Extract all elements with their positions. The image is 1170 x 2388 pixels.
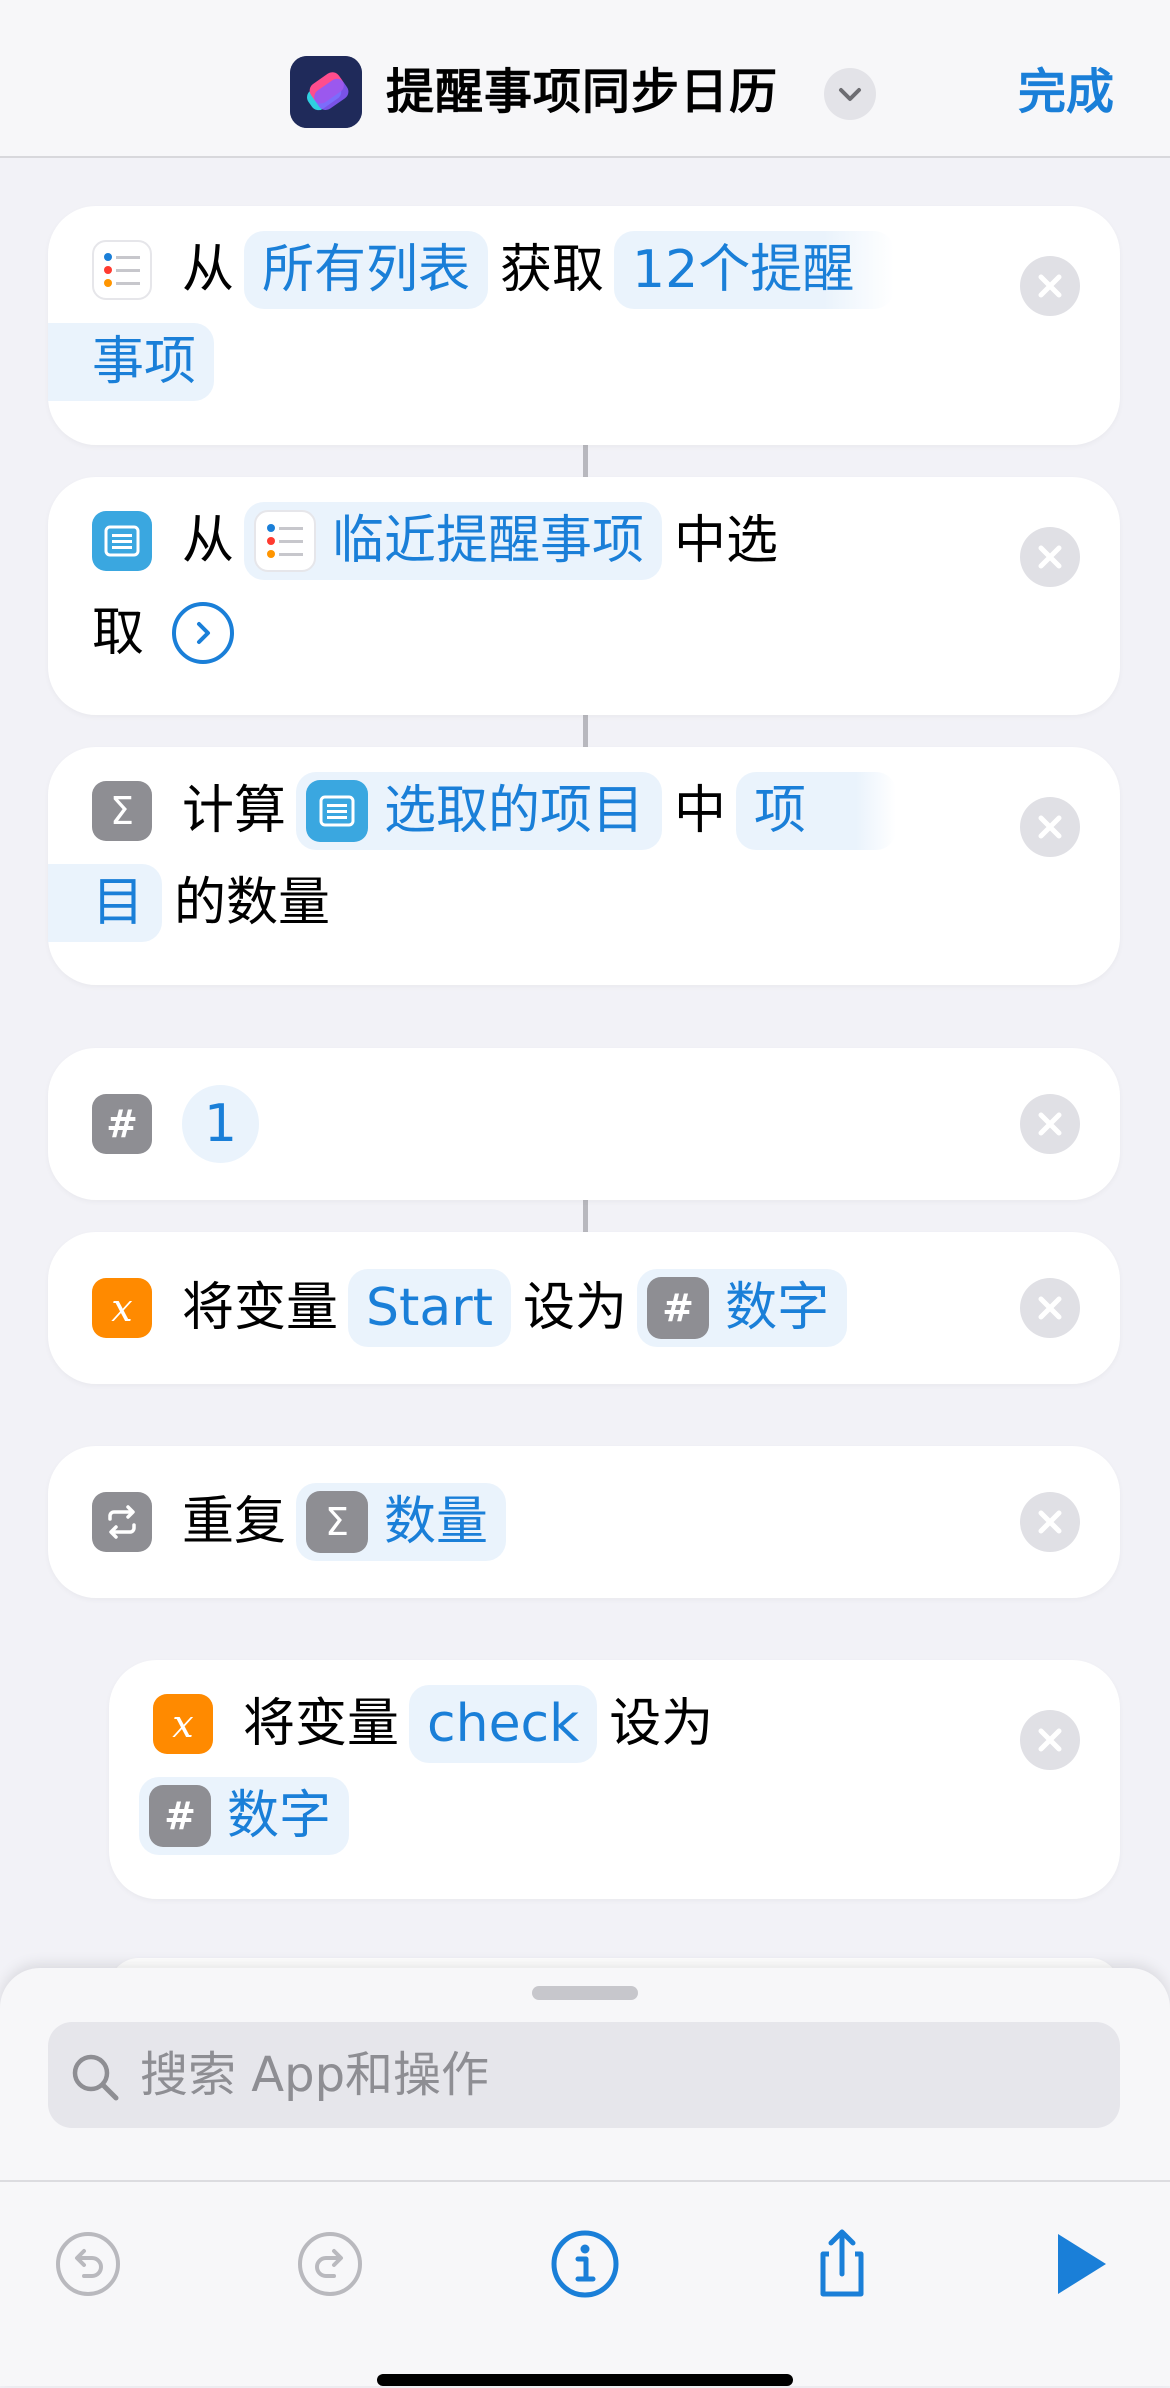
flow-connector — [583, 445, 588, 477]
action-text: 取 — [92, 603, 145, 663]
remove-action-icon[interactable] — [1020, 256, 1080, 316]
number-icon: # — [149, 1785, 211, 1847]
remove-action-icon[interactable] — [1020, 797, 1080, 857]
action-text: 将变量 — [182, 1278, 339, 1338]
token-label: 数字 — [227, 1786, 332, 1846]
editor-toolbar — [0, 2180, 1170, 2388]
chevron-right-circle-icon[interactable] — [172, 602, 235, 664]
number-icon: # — [647, 1277, 710, 1339]
type-parameter-token-cont[interactable]: 目 — [48, 864, 163, 942]
source-variable-token[interactable]: 选取的项目 — [296, 772, 663, 850]
variable-name-token[interactable]: check — [409, 1685, 598, 1763]
share-icon[interactable] — [802, 2224, 882, 2304]
play-icon[interactable] — [1040, 2224, 1120, 2304]
count-parameter-token[interactable]: 12个提醒 — [614, 231, 895, 309]
action-text: 的数量 — [174, 873, 331, 933]
flow-connector — [583, 1200, 588, 1232]
remove-action-icon[interactable] — [1020, 1094, 1080, 1154]
undo-icon[interactable] — [48, 2224, 128, 2304]
remove-action-icon[interactable] — [1020, 1278, 1080, 1338]
home-indicator — [377, 2374, 793, 2386]
action-text: 设为 — [523, 1278, 628, 1338]
flow-connector — [583, 715, 588, 747]
value-variable-token[interactable]: # 数字 — [139, 1777, 350, 1855]
action-text: 设为 — [609, 1694, 714, 1754]
reminders-icon — [92, 240, 152, 300]
action-text: 将变量 — [243, 1694, 400, 1754]
search-icon — [72, 2054, 119, 2101]
repeat-icon — [92, 1492, 152, 1552]
list-parameter-token[interactable]: 所有列表 — [244, 231, 489, 309]
nav-header: 提醒事项同步日历 完成 — [0, 0, 1170, 158]
choose-from-list-icon — [92, 511, 152, 571]
action-card-count[interactable]: Σ 计算 选取的项目 中 项 目 的数量 — [48, 747, 1120, 985]
search-placeholder: 搜索 App和操作 — [140, 2047, 490, 2103]
count-variable-token[interactable]: Σ 数量 — [296, 1483, 507, 1561]
action-search-sheet: 搜索 App和操作 — [0, 1968, 1170, 2386]
action-card-set-variable-check[interactable]: x 将变量 check 设为 # 数字 — [109, 1660, 1120, 1899]
sigma-icon: Σ — [92, 781, 152, 841]
token-label: 临近提醒事项 — [332, 511, 645, 571]
value-variable-token[interactable]: # 数字 — [637, 1269, 848, 1347]
done-button[interactable]: 完成 — [1018, 60, 1114, 124]
action-text: 中 — [674, 781, 727, 841]
action-card-number[interactable]: # 1 — [48, 1048, 1120, 1200]
choose-from-list-icon — [306, 780, 369, 842]
action-card-choose-from-list[interactable]: 从 临近提醒事项 中选 取 — [48, 477, 1120, 715]
action-card-repeat[interactable]: 重复 Σ 数量 — [48, 1446, 1120, 1598]
shortcut-title[interactable]: 提醒事项同步日历 — [386, 60, 778, 124]
action-text: 重复 — [182, 1492, 287, 1552]
action-text: 从 — [182, 511, 235, 571]
variable-name-token[interactable]: Start — [348, 1269, 512, 1347]
number-value-field[interactable]: 1 — [182, 1085, 260, 1163]
action-text: 从 — [182, 240, 235, 300]
redo-icon[interactable] — [290, 2224, 370, 2304]
remove-action-icon[interactable] — [1020, 1492, 1080, 1552]
reminders-icon — [254, 510, 317, 572]
action-text: 中选 — [674, 511, 779, 571]
action-text: 获取 — [500, 240, 605, 300]
search-field[interactable]: 搜索 App和操作 — [48, 2022, 1120, 2128]
token-label: 选取的项目 — [384, 781, 645, 841]
variable-icon: x — [153, 1694, 213, 1754]
sigma-icon: Σ — [306, 1491, 369, 1553]
info-icon[interactable] — [545, 2224, 625, 2304]
action-card-set-variable-start[interactable]: x 将变量 Start 设为 # 数字 — [48, 1232, 1120, 1384]
sheet-grabber[interactable] — [532, 1986, 638, 2000]
chevron-down-icon[interactable] — [824, 68, 876, 120]
count-parameter-token-cont[interactable]: 事项 — [48, 323, 215, 401]
variable-icon: x — [92, 1278, 152, 1338]
remove-action-icon[interactable] — [1020, 527, 1080, 587]
token-label: 数量 — [384, 1492, 489, 1552]
action-card-get-reminders[interactable]: 从 所有列表 获取 12个提醒 事项 — [48, 206, 1120, 445]
action-text: 计算 — [182, 781, 287, 841]
source-variable-token[interactable]: 临近提醒事项 — [244, 502, 663, 580]
number-icon: # — [92, 1094, 152, 1154]
shortcuts-app-icon — [290, 56, 362, 128]
token-label: 数字 — [725, 1278, 830, 1338]
type-parameter-token[interactable]: 项 — [736, 772, 897, 850]
remove-action-icon[interactable] — [1020, 1710, 1080, 1770]
